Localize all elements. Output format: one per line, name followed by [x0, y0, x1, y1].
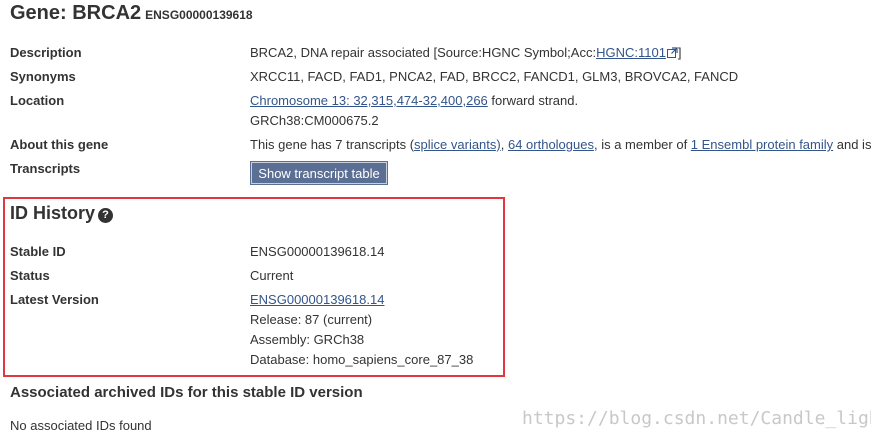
watermark: https://blog.csdn.net/Candle_light	[522, 408, 871, 429]
release-text: Release: 87 (current)	[250, 312, 373, 327]
id-history-highlight-box	[3, 197, 505, 377]
hgnc-link[interactable]: HGNC:1101	[596, 45, 666, 60]
protein-family-link[interactable]: 1 Ensembl protein family	[691, 137, 833, 152]
help-icon[interactable]: ?	[98, 208, 114, 223]
about-text-4: and is	[833, 137, 871, 152]
external-link-icon	[666, 47, 678, 58]
status-label: Status	[10, 268, 50, 283]
no-associated-ids-text: No associated IDs found	[10, 418, 152, 433]
id-history-title: ID History	[10, 203, 96, 223]
description-label: Description	[10, 45, 82, 60]
description-text: BRCA2, DNA repair associated [Source:HGN…	[250, 45, 597, 60]
archived-ids-heading: Associated archived IDs for this stable …	[10, 384, 363, 401]
show-transcript-table-button[interactable]: Show transcript table	[250, 161, 388, 185]
status-value: Current	[250, 268, 294, 283]
about-text-2: ,	[500, 137, 508, 152]
synonyms-value: XRCC11, FACD, FAD1, PNCA2, FAD, BRCC2, F…	[250, 69, 739, 84]
assembly-text: Assembly: GRCh38	[250, 332, 365, 347]
latest-version-label: Latest Version	[10, 292, 99, 307]
location-label: Location	[10, 93, 65, 108]
about-text-1: This gene has 7 transcripts (	[250, 137, 415, 152]
about-text-3: , is a member of	[593, 137, 691, 152]
synonyms-label: Synonyms	[10, 69, 76, 84]
gene-header: Gene: BRCA2 ENSG00000139618	[10, 2, 253, 25]
splice-variants-link[interactable]: splice variants)	[414, 137, 501, 152]
latest-version-value: ENSG00000139618.14	[250, 292, 384, 307]
description-suffix: ]	[677, 45, 682, 60]
location-value: Chromosome 13: 32,315,474-32,400,266 for…	[250, 93, 578, 108]
description-value: BRCA2, DNA repair associated [Source:HGN…	[250, 45, 682, 60]
gene-title: Gene: BRCA2	[10, 2, 142, 24]
about-label: About this gene	[10, 137, 109, 152]
database-text: Database: homo_sapiens_core_87_38	[250, 352, 474, 367]
orthologues-link[interactable]: 64 orthologues	[508, 137, 594, 152]
transcripts-label: Transcripts	[10, 161, 81, 176]
stable-id-value: ENSG00000139618.14	[250, 244, 385, 259]
strand-text: forward strand.	[487, 93, 579, 108]
assembly-accession: GRCh38:CM000675.2	[250, 113, 379, 128]
gene-stable-id: ENSG00000139618	[145, 8, 253, 22]
stable-id-label: Stable ID	[10, 244, 66, 259]
chromosome-location-link[interactable]: Chromosome 13: 32,315,474-32,400,266	[250, 93, 488, 108]
id-history-heading: ID History?	[10, 203, 114, 224]
latest-version-link[interactable]: ENSG00000139618.14	[250, 292, 384, 307]
about-value: This gene has 7 transcripts (splice vari…	[250, 137, 871, 152]
